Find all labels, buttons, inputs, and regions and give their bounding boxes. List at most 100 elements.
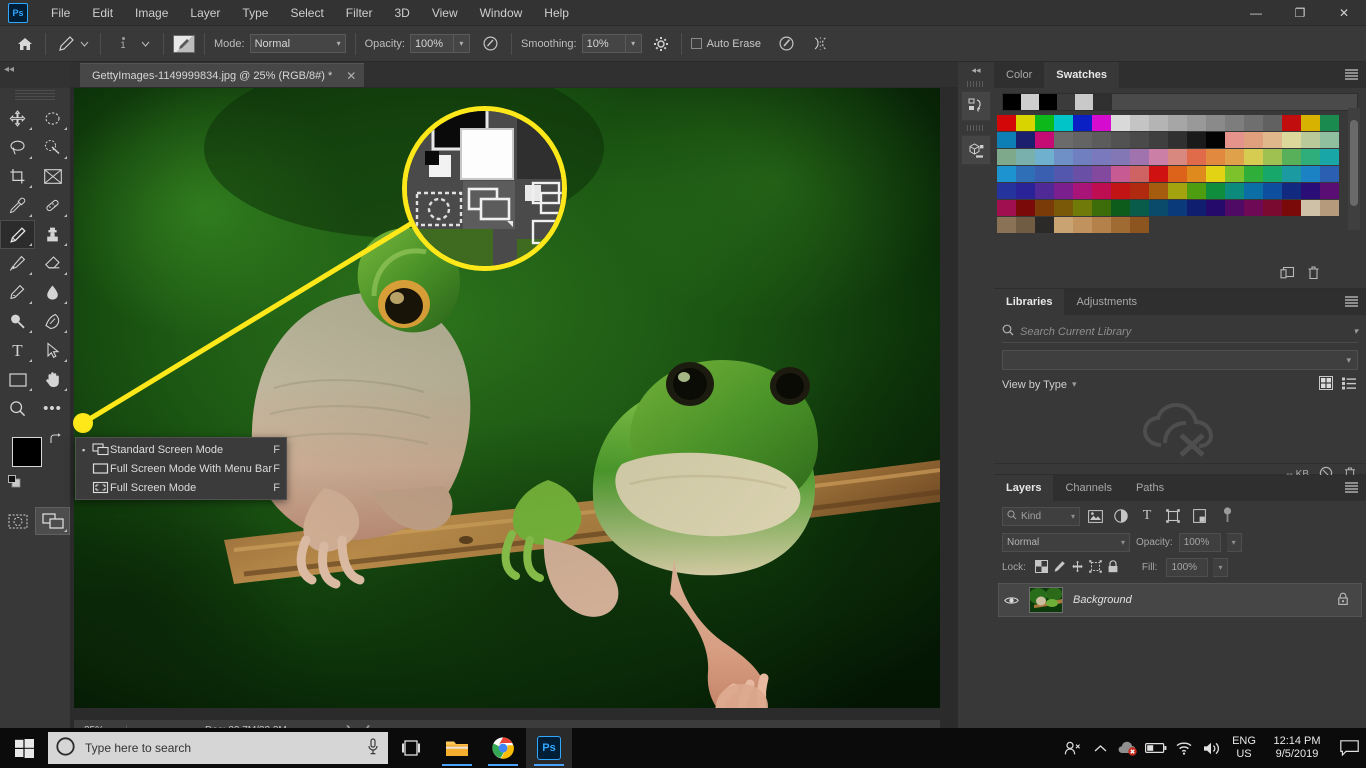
recent-swatch-0[interactable] bbox=[1003, 94, 1021, 110]
menu-type[interactable]: Type bbox=[231, 2, 279, 24]
chevron-down-icon[interactable]: ▾ bbox=[1072, 379, 1077, 390]
swatch-23[interactable] bbox=[1092, 132, 1111, 148]
document-tab[interactable]: GettyImages-1149999834.jpg @ 25% (RGB/8#… bbox=[80, 63, 365, 87]
layer-filter-kind-select[interactable]: Kind ▾ bbox=[1002, 506, 1080, 526]
swatch-69[interactable] bbox=[1282, 166, 1301, 182]
swatch-61[interactable] bbox=[1130, 166, 1149, 182]
menu-image[interactable]: Image bbox=[124, 2, 179, 24]
chevron-down-icon[interactable] bbox=[77, 33, 91, 55]
swatch-72[interactable] bbox=[997, 183, 1016, 199]
lock-icon[interactable] bbox=[1337, 592, 1349, 609]
smoothing-options-gear-icon[interactable] bbox=[650, 33, 672, 55]
swatch-8[interactable] bbox=[1149, 115, 1168, 131]
tab-channels[interactable]: Channels bbox=[1053, 475, 1123, 501]
hand-tool[interactable] bbox=[35, 365, 70, 394]
list-view-icon[interactable] bbox=[1342, 376, 1356, 393]
swatch-107[interactable] bbox=[1320, 200, 1339, 216]
tab-layers[interactable]: Layers bbox=[994, 475, 1054, 501]
dodge-tool[interactable] bbox=[0, 307, 35, 336]
filter-enable-toggle-icon[interactable] bbox=[1216, 506, 1238, 526]
swatch-109[interactable] bbox=[1016, 217, 1035, 233]
filter-shape-icon[interactable] bbox=[1162, 506, 1184, 526]
swatch-89[interactable] bbox=[1320, 183, 1339, 199]
edit-toolbar-more-icon[interactable]: ••• bbox=[35, 394, 70, 423]
swatch-44[interactable] bbox=[1149, 149, 1168, 165]
swatch-47[interactable] bbox=[1206, 149, 1225, 165]
gradient-tool[interactable] bbox=[0, 278, 35, 307]
swatch-17[interactable] bbox=[1320, 115, 1339, 131]
path-selection-tool[interactable] bbox=[35, 336, 70, 365]
swatch-28[interactable] bbox=[1187, 132, 1206, 148]
swatch-46[interactable] bbox=[1187, 149, 1206, 165]
swatch-13[interactable] bbox=[1244, 115, 1263, 131]
swatch-112[interactable] bbox=[1073, 217, 1092, 233]
swatch-115[interactable] bbox=[1130, 217, 1149, 233]
swatch-82[interactable] bbox=[1187, 183, 1206, 199]
swatch-103[interactable] bbox=[1244, 200, 1263, 216]
brush-settings-panel-icon[interactable] bbox=[173, 34, 195, 53]
swatch-5[interactable] bbox=[1092, 115, 1111, 131]
swatch-22[interactable] bbox=[1073, 132, 1092, 148]
filter-pixel-icon[interactable] bbox=[1084, 506, 1106, 526]
swatch-102[interactable] bbox=[1225, 200, 1244, 216]
swatch-grid[interactable] bbox=[994, 115, 1346, 234]
swatch-18[interactable] bbox=[997, 132, 1016, 148]
brush-size-indicator[interactable]: 1 bbox=[110, 37, 136, 50]
close-button[interactable]: ✕ bbox=[1322, 0, 1366, 26]
lock-position-icon[interactable] bbox=[1071, 560, 1084, 576]
swatch-52[interactable] bbox=[1301, 149, 1320, 165]
swatch-38[interactable] bbox=[1035, 149, 1054, 165]
swatch-81[interactable] bbox=[1168, 183, 1187, 199]
maximize-button[interactable]: ❐ bbox=[1278, 0, 1322, 26]
swatch-30[interactable] bbox=[1225, 132, 1244, 148]
opacity-input[interactable]: 100% bbox=[409, 34, 454, 53]
filter-adjustment-icon[interactable] bbox=[1110, 506, 1132, 526]
swatch-41[interactable] bbox=[1092, 149, 1111, 165]
swatch-114[interactable] bbox=[1111, 217, 1130, 233]
swatch-86[interactable] bbox=[1263, 183, 1282, 199]
swatch-21[interactable] bbox=[1054, 132, 1073, 148]
swatch-50[interactable] bbox=[1263, 149, 1282, 165]
tab-paths[interactable]: Paths bbox=[1124, 475, 1176, 501]
swatch-90[interactable] bbox=[997, 200, 1016, 216]
swatch-49[interactable] bbox=[1244, 149, 1263, 165]
view-by-label[interactable]: View by Type bbox=[1002, 379, 1067, 391]
people-icon[interactable] bbox=[1058, 728, 1086, 768]
swatch-75[interactable] bbox=[1054, 183, 1073, 199]
screen-mode-fullscreen[interactable]: Full Screen Mode F bbox=[76, 478, 286, 497]
swatch-37[interactable] bbox=[1016, 149, 1035, 165]
volume-icon[interactable] bbox=[1198, 728, 1226, 768]
menu-3d[interactable]: 3D bbox=[383, 2, 420, 24]
menu-window[interactable]: Window bbox=[469, 2, 534, 24]
swatch-4[interactable] bbox=[1073, 115, 1092, 131]
google-chrome-icon[interactable] bbox=[480, 728, 526, 768]
swatch-68[interactable] bbox=[1263, 166, 1282, 182]
photoshop-taskbar-icon[interactable]: Ps bbox=[526, 728, 572, 768]
recent-swatches[interactable] bbox=[1002, 93, 1112, 111]
rail-grip[interactable] bbox=[967, 81, 985, 87]
swatch-51[interactable] bbox=[1282, 149, 1301, 165]
chevron-down-icon[interactable]: ▾ bbox=[1353, 326, 1358, 337]
move-tool[interactable] bbox=[0, 104, 35, 133]
swatch-110[interactable] bbox=[1035, 217, 1054, 233]
swatch-88[interactable] bbox=[1301, 183, 1320, 199]
swatch-54[interactable] bbox=[997, 166, 1016, 182]
swatch-87[interactable] bbox=[1282, 183, 1301, 199]
recent-swatch-4[interactable] bbox=[1075, 94, 1093, 110]
pen-tool[interactable] bbox=[35, 307, 70, 336]
menu-layer[interactable]: Layer bbox=[179, 2, 231, 24]
smoothing-slider-caret-icon[interactable]: ▾ bbox=[625, 34, 642, 53]
swatch-42[interactable] bbox=[1111, 149, 1130, 165]
swap-colors-icon[interactable] bbox=[49, 433, 62, 449]
swatch-1[interactable] bbox=[1016, 115, 1035, 131]
swatch-53[interactable] bbox=[1320, 149, 1339, 165]
swatch-84[interactable] bbox=[1225, 183, 1244, 199]
swatch-71[interactable] bbox=[1320, 166, 1339, 182]
current-library-select[interactable]: ▾ bbox=[1002, 350, 1358, 370]
panel-menu-icon[interactable] bbox=[1345, 69, 1358, 81]
swatch-96[interactable] bbox=[1111, 200, 1130, 216]
swatch-11[interactable] bbox=[1206, 115, 1225, 131]
swatch-63[interactable] bbox=[1168, 166, 1187, 182]
layer-fill-caret-icon[interactable]: ▾ bbox=[1213, 558, 1229, 577]
menu-view[interactable]: View bbox=[421, 2, 469, 24]
